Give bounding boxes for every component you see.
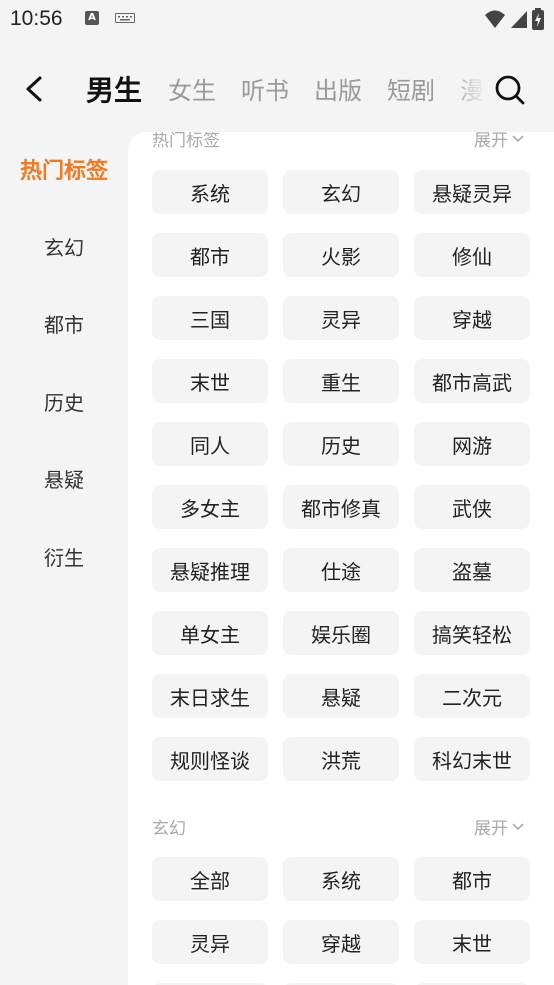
expand-label: 展开 [474, 132, 508, 151]
tag-chip[interactable]: 悬疑灵异 [414, 170, 530, 214]
status-time: 10:56 [10, 7, 63, 30]
tag-chip[interactable]: 系统 [283, 857, 399, 901]
tab-audiobook[interactable]: 听书 [241, 62, 289, 120]
sidebar-item-hot-tags[interactable]: 热门标签 [0, 130, 128, 208]
tag-grid-xuanhuan: 全部 系统 都市 灵异 穿越 末世 [152, 857, 530, 985]
tag-chip[interactable]: 都市 [152, 233, 268, 277]
tag-chip[interactable]: 末世 [414, 920, 530, 964]
tag-chip[interactable]: 全部 [152, 857, 268, 901]
tag-chip[interactable]: 悬疑 [283, 674, 399, 718]
tag-chip[interactable]: 穿越 [414, 296, 530, 340]
tag-chip[interactable]: 都市 [414, 857, 530, 901]
back-arrow-icon[interactable] [20, 72, 50, 106]
sidebar-item-xuanhuan[interactable]: 玄幻 [0, 208, 128, 286]
expand-button[interactable]: 展开 [474, 132, 524, 151]
tag-chip[interactable]: 单女主 [152, 611, 268, 655]
section-header-xuanhuan: 玄幻 展开 [128, 814, 554, 852]
tag-chip[interactable]: 火影 [283, 233, 399, 277]
tag-chip[interactable]: 二次元 [414, 674, 530, 718]
tag-chip[interactable]: 重生 [283, 359, 399, 403]
expand-button[interactable]: 展开 [474, 814, 524, 839]
tag-chip[interactable]: 修仙 [414, 233, 530, 277]
tag-grid-hot: 系统 玄幻 悬疑灵异 都市 火影 修仙 三国 灵异 穿越 末世 重生 都市高武 … [152, 170, 530, 781]
tag-chip[interactable]: 末世 [152, 359, 268, 403]
tab-male[interactable]: 男生 [86, 62, 142, 120]
section-title: 热门标签 [152, 132, 220, 151]
section-title: 玄幻 [152, 819, 186, 839]
tag-chip[interactable]: 悬疑推理 [152, 548, 268, 592]
tag-chip[interactable]: 同人 [152, 422, 268, 466]
tag-chip[interactable]: 都市高武 [414, 359, 530, 403]
keyboard-icon [115, 13, 135, 23]
sidebar-item-urban[interactable]: 都市 [0, 285, 128, 363]
app-notification-icon: A [85, 11, 99, 25]
tag-chip[interactable]: 玄幻 [283, 170, 399, 214]
tag-chip[interactable]: 三国 [152, 296, 268, 340]
sidebar-item-derivative[interactable]: 衍生 [0, 518, 128, 596]
tag-chip[interactable]: 穿越 [283, 920, 399, 964]
chevron-down-icon [512, 134, 524, 142]
tag-chip[interactable]: 武侠 [414, 485, 530, 529]
search-icon[interactable] [494, 74, 526, 106]
tag-chip[interactable]: 多女主 [152, 485, 268, 529]
sidebar-item-suspense[interactable]: 悬疑 [0, 440, 128, 518]
chevron-down-icon [512, 822, 524, 830]
tab-female[interactable]: 女生 [168, 62, 216, 120]
section-header-hot: 热门标签 展开 [128, 132, 554, 170]
tag-chip[interactable]: 灵异 [283, 296, 399, 340]
tab-short-drama[interactable]: 短剧 [387, 62, 435, 120]
tag-chip[interactable]: 灵异 [152, 920, 268, 964]
tab-publish[interactable]: 出版 [314, 62, 362, 120]
sidebar-item-history[interactable]: 历史 [0, 363, 128, 441]
tag-chip[interactable]: 洪荒 [283, 737, 399, 781]
tag-panel: 热门标签 展开 系统 玄幻 悬疑灵异 都市 火影 修仙 三国 灵异 穿越 末世 … [128, 132, 554, 985]
tag-chip[interactable]: 末日求生 [152, 674, 268, 718]
tag-chip[interactable]: 科幻末世 [414, 737, 530, 781]
tag-chip[interactable]: 网游 [414, 422, 530, 466]
tag-chip[interactable]: 系统 [152, 170, 268, 214]
tag-chip[interactable]: 盗墓 [414, 548, 530, 592]
status-bar: 10:56 A [0, 0, 554, 38]
tag-chip[interactable]: 仕途 [283, 548, 399, 592]
tag-chip[interactable]: 历史 [283, 422, 399, 466]
tag-chip[interactable]: 都市修真 [283, 485, 399, 529]
tag-chip[interactable]: 娱乐圈 [283, 611, 399, 655]
category-sidebar: 热门标签 玄幻 都市 历史 悬疑 衍生 [0, 130, 128, 595]
signal-icon [511, 11, 527, 28]
battery-icon [532, 8, 544, 30]
tag-chip[interactable]: 规则怪谈 [152, 737, 268, 781]
tag-chip[interactable]: 搞笑轻松 [414, 611, 530, 655]
top-nav: 男生 女生 听书 出版 短剧 漫 [0, 62, 554, 120]
wifi-icon [485, 10, 505, 28]
expand-label: 展开 [474, 819, 508, 839]
